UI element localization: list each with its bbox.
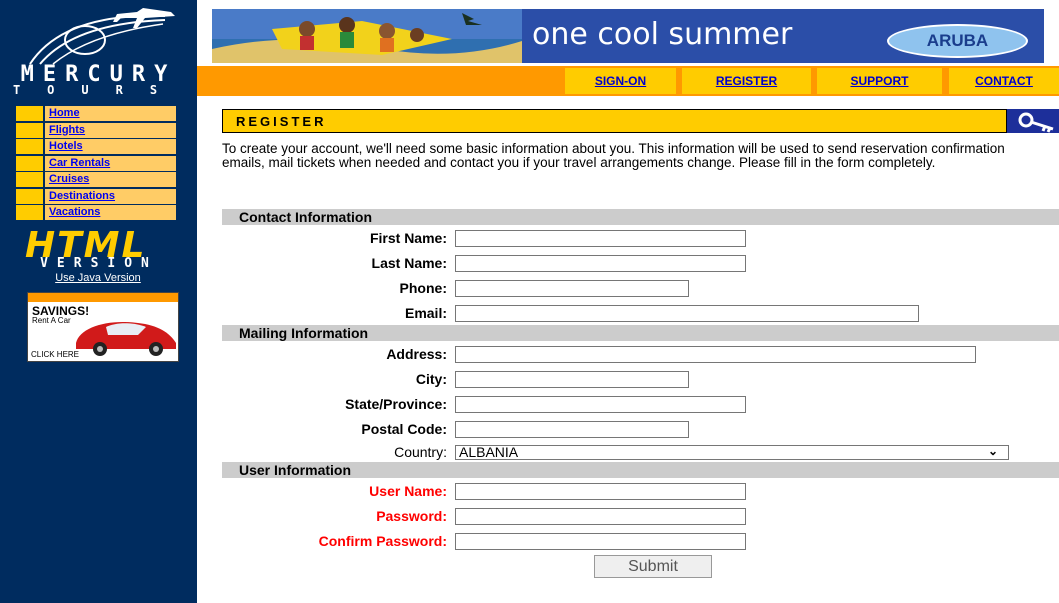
address-label: Address: [386,346,447,362]
sidebar-link-cruises[interactable]: Cruises [45,172,176,187]
nav-bullet [16,188,43,204]
postal-code-label: Postal Code: [361,421,447,437]
email-label: Email: [404,305,447,321]
ad-subtitle: Rent A Car [32,316,71,325]
sidebar-link-car-rentals[interactable]: Car Rentals [45,155,176,171]
nav-bullet [16,172,43,187]
username-field[interactable] [455,483,746,500]
nav-bullet [16,139,43,154]
airplane-swoosh-icon [29,8,175,65]
last-name-label: Last Name: [371,255,447,271]
aruba-logo-text: ARUBA [926,31,989,50]
nav-contact-cell: CONTACT [949,68,1059,94]
promo-banner[interactable]: one cool summer ARUBA [212,9,1044,63]
top-nav: SIGN-ON REGISTER SUPPORT CONTACT [197,66,1059,96]
sidebar-link-destinations[interactable]: Destinations [45,188,176,204]
sidebar-item-cruises: Cruises [16,172,176,187]
submit-button[interactable]: Submit [594,555,712,578]
mercury-tours-logo[interactable]: MERCURY TOURS [0,0,197,100]
sidebar-nav: Home Flights Hotels Car Rentals Cruises … [16,106,176,222]
nav-signon-link[interactable]: SIGN-ON [595,74,646,88]
first-name-field[interactable] [455,230,746,247]
country-select[interactable]: ALBANIA ⌄ [455,445,1009,460]
nav-support-cell: SUPPORT [817,68,942,94]
java-version-link[interactable]: Use Java Version [8,272,188,284]
section-contact-information: Contact Information [222,209,1059,225]
phone-field[interactable] [455,280,689,297]
nav-bullet [16,122,43,138]
key-icon [1007,109,1059,133]
sidebar-item-car-rentals: Car Rentals [16,155,176,171]
ad-top-bar [28,293,178,302]
postal-code-field[interactable] [455,421,689,438]
beach-photo-image [212,9,522,63]
country-selected-value: ALBANIA [459,444,519,460]
nav-register-link[interactable]: REGISTER [716,74,777,88]
state-province-label: State/Province: [345,396,447,412]
nav-support-link[interactable]: SUPPORT [850,74,908,88]
sidebar-link-home[interactable]: Home [45,106,176,121]
last-name-field[interactable] [455,255,746,272]
rent-a-car-ad[interactable]: SAVINGS! Rent A Car CLICK HERE [27,292,179,362]
page-title-bar: REGISTER [222,109,1007,133]
nav-signon-cell: SIGN-ON [565,68,676,94]
password-field[interactable] [455,508,746,525]
email-field[interactable] [455,305,919,322]
sidebar-link-flights[interactable]: Flights [45,122,176,138]
ad-cta: CLICK HERE [31,350,80,359]
section-mailing-information: Mailing Information [222,325,1059,341]
nav-bullet [16,205,43,220]
password-label: Password: [376,508,447,524]
phone-label: Phone: [399,280,447,296]
sidebar-item-vacations: Vacations [16,205,176,220]
chevron-down-icon: ⌄ [987,444,998,458]
page-title: REGISTER [236,114,327,129]
left-sidebar: MERCURY TOURS Home Flights Hotels Car Re… [0,0,197,603]
version-label: VERSION [40,256,158,271]
nav-bullet [16,106,43,121]
sidebar-item-home: Home [16,106,176,121]
address-field[interactable] [455,346,976,363]
section-user-information: User Information [222,462,1059,478]
confirm-password-label: Confirm Password: [318,533,447,549]
state-province-field[interactable] [455,396,746,413]
intro-paragraph: To create your account, we'll need some … [222,141,1005,170]
sidebar-item-destinations: Destinations [16,188,176,204]
country-label: Country: [394,444,447,460]
sidebar-item-hotels: Hotels [16,139,176,154]
sidebar-link-vacations[interactable]: Vacations [45,205,176,220]
sidebar-item-flights: Flights [16,122,176,138]
nav-register-cell: REGISTER [682,68,811,94]
sidebar-link-hotels[interactable]: Hotels [45,139,176,154]
banner-tagline: one cool summer [532,17,793,52]
logo-subtitle: TOURS [12,83,185,97]
nav-bullet [16,155,43,171]
confirm-password-field[interactable] [455,533,746,550]
username-label: User Name: [369,483,447,499]
nav-contact-link[interactable]: CONTACT [975,74,1033,88]
city-field[interactable] [455,371,689,388]
first-name-label: First Name: [369,230,447,246]
city-label: City: [415,371,447,387]
